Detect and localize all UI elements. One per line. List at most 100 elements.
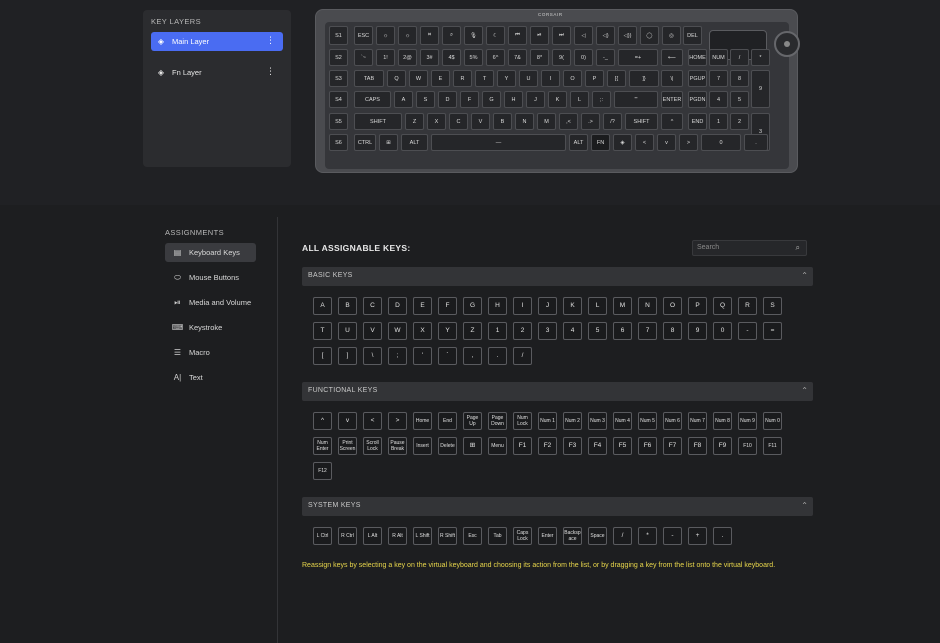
virtual-key[interactable]: TAB <box>354 70 384 87</box>
virtual-key[interactable]: 8 <box>730 70 749 87</box>
virtual-key[interactable]: CTRL <box>354 134 376 151</box>
assignable-key[interactable]: = <box>763 322 782 340</box>
virtual-key[interactable]: HOME <box>688 49 707 66</box>
virtual-key[interactable]: 🎙 <box>464 26 483 45</box>
assignable-key[interactable]: Page Up <box>463 412 482 430</box>
assignable-key[interactable]: Delete <box>438 437 457 455</box>
assignable-key[interactable]: Num 2 <box>563 412 582 430</box>
virtual-key[interactable]: Q <box>387 70 406 87</box>
virtual-key[interactable]: . <box>744 134 768 151</box>
virtual-key[interactable]: =+ <box>618 49 658 66</box>
section-header-basic-keys[interactable]: BASIC KEYS ⌃ <box>302 267 813 286</box>
sidebar-item-keystroke[interactable]: ⌨ Keystroke <box>165 318 256 337</box>
assignable-key[interactable]: Num 6 <box>663 412 682 430</box>
virtual-key[interactable]: PGUP <box>688 70 707 87</box>
sidebar-item-mouse-buttons[interactable]: ⬭ Mouse Buttons <box>165 268 256 287</box>
assignable-key[interactable]: F3 <box>563 437 582 455</box>
assignable-key[interactable]: ` <box>438 347 457 365</box>
assignable-key[interactable]: 9 <box>688 322 707 340</box>
virtual-key[interactable]: 6^ <box>486 49 505 66</box>
assignable-key[interactable]: 7 <box>638 322 657 340</box>
assignable-key[interactable]: K <box>563 297 582 315</box>
assignable-key[interactable]: / <box>613 527 632 545</box>
virtual-key[interactable]: 8* <box>530 49 549 66</box>
assignable-key[interactable]: R Alt <box>388 527 407 545</box>
virtual-key[interactable]: A <box>394 91 413 108</box>
assignable-key[interactable]: F7 <box>663 437 682 455</box>
virtual-key[interactable]: FN <box>591 134 610 151</box>
virtual-key[interactable]: NUM <box>709 49 728 66</box>
virtual-key[interactable]: \| <box>661 70 683 87</box>
assignable-key[interactable]: F12 <box>313 462 332 480</box>
assignable-key[interactable]: Z <box>463 322 482 340</box>
assignable-key[interactable]: > <box>388 412 407 430</box>
virtual-key[interactable]: DEL <box>683 26 702 45</box>
assignable-key[interactable]: 5 <box>588 322 607 340</box>
assignable-key[interactable]: Space <box>588 527 607 545</box>
virtual-key[interactable]: /? <box>603 113 622 130</box>
assignable-key[interactable]: F <box>438 297 457 315</box>
chevron-up-icon[interactable]: ⌃ <box>801 271 808 280</box>
assignable-key[interactable]: Num 8 <box>713 412 732 430</box>
assignable-key[interactable]: Y <box>438 322 457 340</box>
virtual-key[interactable]: ☾ <box>486 26 505 45</box>
assignable-key[interactable]: P <box>688 297 707 315</box>
virtual-key[interactable]: ⏭ <box>552 26 571 45</box>
assignable-key[interactable]: Page Down <box>488 412 507 430</box>
assignable-key[interactable]: Num Enter <box>313 437 332 455</box>
virtual-key[interactable]: ALT <box>569 134 588 151</box>
assignable-key[interactable]: End <box>438 412 457 430</box>
virtual-key[interactable]: S6 <box>329 134 348 151</box>
virtual-key[interactable]: 1 <box>709 113 728 130</box>
chevron-up-icon[interactable]: ⌃ <box>801 501 808 510</box>
keyboard-knob[interactable] <box>774 31 800 57</box>
virtual-key[interactable]: ⏯ <box>530 26 549 45</box>
assignable-key[interactable]: T <box>313 322 332 340</box>
assignable-key[interactable]: Num 1 <box>538 412 557 430</box>
virtual-key[interactable]: ◎ <box>662 26 681 45</box>
virtual-key[interactable]: S4 <box>329 91 348 108</box>
virtual-key[interactable]: S3 <box>329 70 348 87</box>
assignable-key[interactable]: Insert <box>413 437 432 455</box>
virtual-key[interactable]: / <box>730 49 749 66</box>
search-icon[interactable]: ⌕ <box>796 243 800 253</box>
assignable-key[interactable]: I <box>513 297 532 315</box>
virtual-key[interactable]: T <box>475 70 494 87</box>
sidebar-item-media-and-volume[interactable]: ⏯ Media and Volume <box>165 293 256 312</box>
assignable-key[interactable]: ' <box>413 347 432 365</box>
virtual-key[interactable]: 4$ <box>442 49 461 66</box>
assignable-key[interactable]: , <box>463 347 482 365</box>
assignable-key[interactable]: F5 <box>613 437 632 455</box>
virtual-key[interactable]: ESC <box>354 26 373 45</box>
assignable-key[interactable]: Home <box>413 412 432 430</box>
assignable-key[interactable]: Tab <box>488 527 507 545</box>
virtual-key[interactable]: 1! <box>376 49 395 66</box>
assignable-key[interactable]: 6 <box>613 322 632 340</box>
assignable-key[interactable]: 8 <box>663 322 682 340</box>
chevron-up-icon[interactable]: ⌃ <box>801 386 808 395</box>
virtual-key[interactable]: `~ <box>354 49 373 66</box>
virtual-key[interactable]: SHIFT <box>354 113 402 130</box>
assignable-key[interactable]: . <box>713 527 732 545</box>
virtual-key[interactable]: N <box>515 113 534 130</box>
virtual-key[interactable]: I <box>541 70 560 87</box>
layer-main[interactable]: ◈ Main Layer ⋮ <box>151 32 283 51</box>
assignable-key[interactable]: O <box>663 297 682 315</box>
virtual-key[interactable]: SHIFT <box>625 113 658 130</box>
assignable-key[interactable]: ] <box>338 347 357 365</box>
virtual-key[interactable]: * <box>751 49 770 66</box>
virtual-key[interactable]: D <box>438 91 457 108</box>
virtual-key[interactable]: 9( <box>552 49 571 66</box>
assignable-key[interactable]: Backsp ace <box>563 527 582 545</box>
assignable-key[interactable]: Scroll Lock <box>363 437 382 455</box>
assignable-key[interactable]: F6 <box>638 437 657 455</box>
assignable-key[interactable]: 2 <box>513 322 532 340</box>
assignable-key[interactable]: [ <box>313 347 332 365</box>
assignable-key[interactable]: S <box>763 297 782 315</box>
virtual-key[interactable]: v <box>657 134 676 151</box>
assignable-key[interactable]: N <box>638 297 657 315</box>
assignable-key[interactable]: ⊞ <box>463 437 482 455</box>
virtual-key[interactable]: ◁) <box>596 26 615 45</box>
assignable-key[interactable]: V <box>363 322 382 340</box>
assignable-key[interactable]: Enter <box>538 527 557 545</box>
